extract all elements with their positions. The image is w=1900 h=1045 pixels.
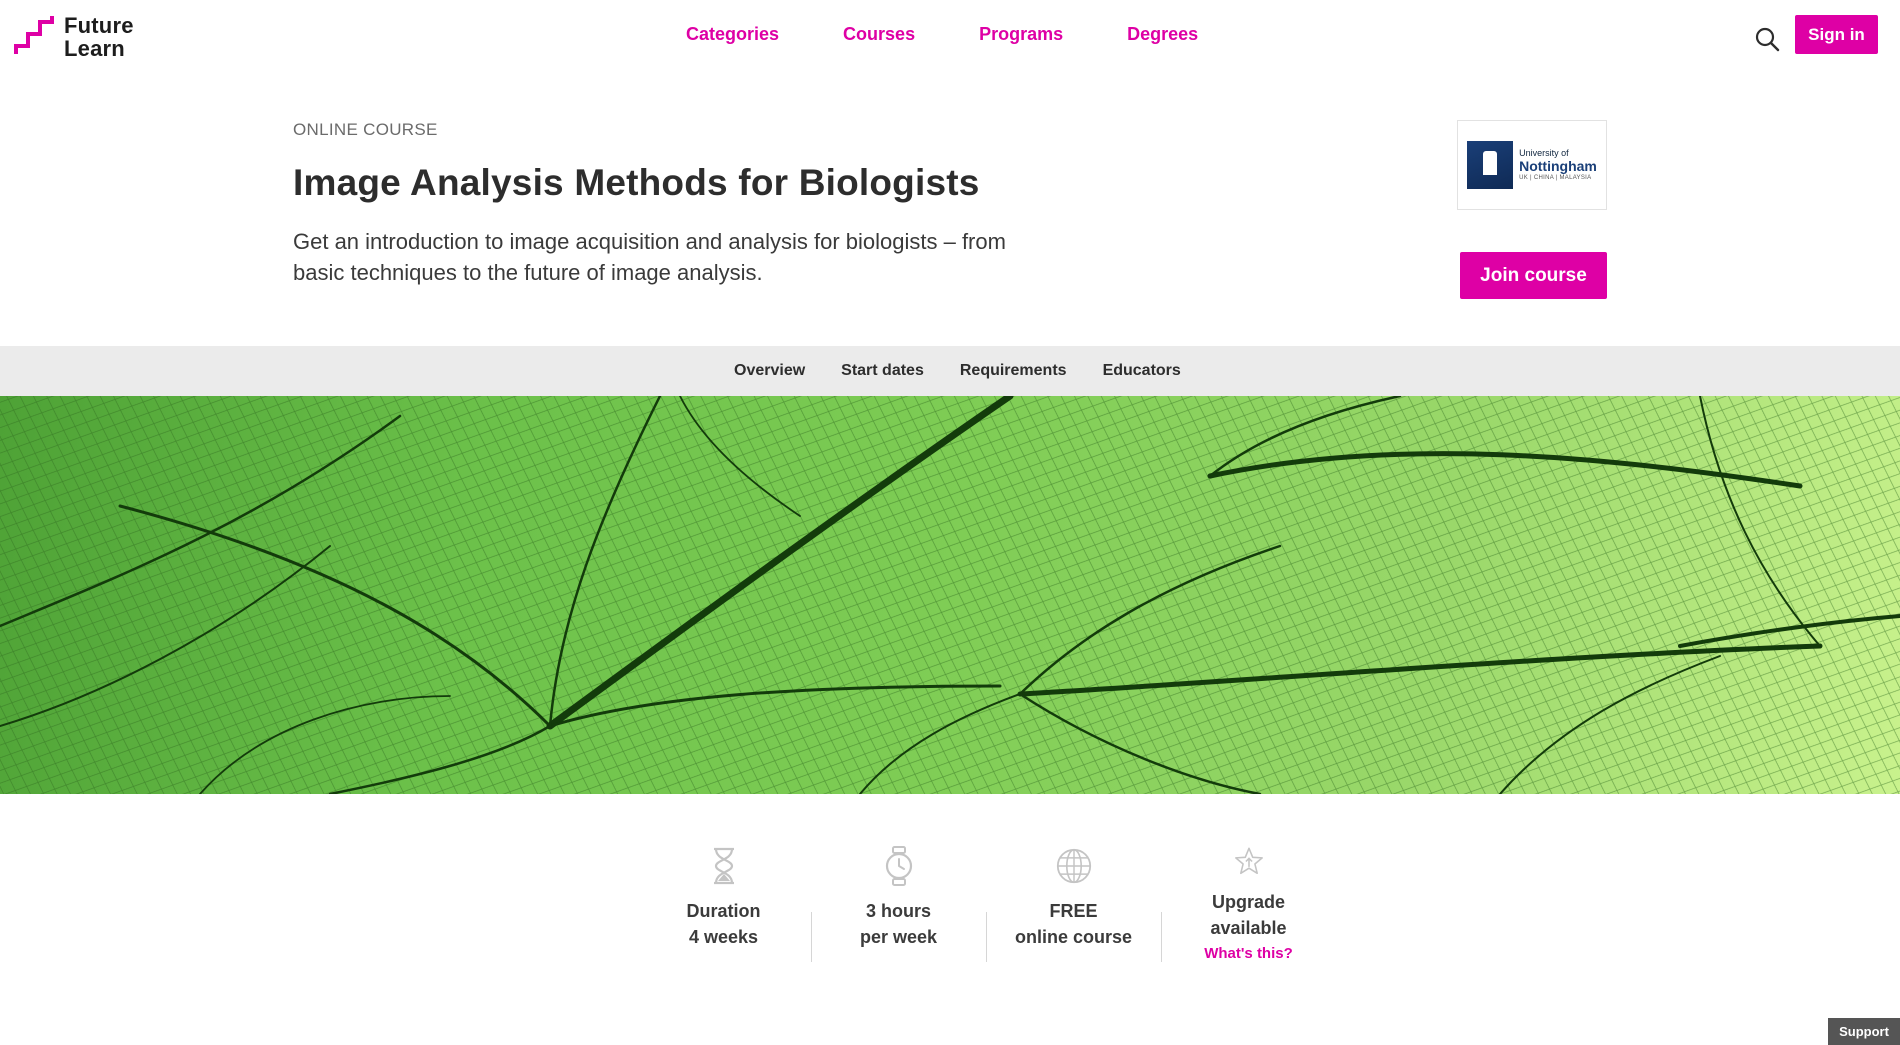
nav-courses[interactable]: Courses	[843, 24, 915, 45]
course-subnav: Overview Start dates Requirements Educat…	[0, 346, 1900, 396]
stat-upgrade-label: Upgrade	[1211, 892, 1285, 912]
university-prefix: University of	[1519, 148, 1569, 158]
stat-duration-value: 4 weeks	[688, 927, 759, 947]
site-header: Future Learn Categories Courses Programs…	[0, 0, 1900, 74]
university-name: Nottingham	[1519, 158, 1597, 174]
course-title: Image Analysis Methods for Biologists	[293, 162, 980, 203]
stopwatch-icon	[885, 846, 912, 886]
course-intro: ONLINE COURSE Image Analysis Methods for…	[293, 120, 1093, 288]
nav-categories[interactable]: Categories	[686, 24, 779, 45]
leaf-veins-illustration	[0, 396, 1900, 794]
course-stats: Duration 4 weeks 3 hours per week FREE o…	[636, 846, 1336, 962]
subnav-overview[interactable]: Overview	[734, 362, 805, 380]
course-type-label: ONLINE COURSE	[293, 120, 438, 139]
stat-duration: Duration 4 weeks	[636, 846, 811, 962]
stat-duration-label: Duration	[686, 901, 761, 921]
hero-image	[0, 396, 1900, 794]
sign-in-button[interactable]: Sign in	[1795, 15, 1878, 54]
nav-programs[interactable]: Programs	[979, 24, 1063, 45]
subnav-start-dates[interactable]: Start dates	[841, 362, 924, 380]
search-icon[interactable]	[1754, 26, 1780, 52]
stat-upgrade-value: available	[1210, 918, 1287, 938]
star-upgrade-icon	[1234, 847, 1263, 875]
course-subtitle: Get an introduction to image acquisition…	[293, 229, 1006, 285]
join-course-button[interactable]: Join course	[1460, 252, 1607, 299]
subnav-educators[interactable]: Educators	[1103, 362, 1181, 380]
university-crest-icon	[1467, 141, 1514, 189]
stat-free: FREE online course	[986, 846, 1161, 962]
globe-icon	[1056, 848, 1091, 884]
stat-upgrade: Upgrade available What's this?	[1161, 846, 1336, 962]
stat-hours: 3 hours per week	[811, 846, 986, 962]
logo-line1: Future	[64, 13, 134, 38]
stat-free-value: FREE	[1049, 901, 1098, 921]
stat-hours-value: 3 hours	[865, 901, 931, 921]
university-campuses: UK | CHINA | MALAYSIA	[1519, 175, 1592, 181]
logo-line2: Learn	[64, 36, 125, 61]
stat-free-label: online course	[1014, 927, 1133, 947]
university-logo[interactable]: University of Nottingham UK | CHINA | MA…	[1457, 120, 1607, 210]
logo-steps-icon	[14, 16, 54, 54]
main-nav: Categories Courses Programs Degrees	[686, 24, 1262, 45]
hourglass-icon	[713, 847, 734, 885]
support-button[interactable]: Support	[1828, 1018, 1900, 1045]
nav-degrees[interactable]: Degrees	[1127, 24, 1198, 45]
subnav-requirements[interactable]: Requirements	[960, 362, 1067, 380]
futurelearn-logo[interactable]: Future Learn	[14, 14, 134, 60]
stat-hours-label: per week	[859, 927, 938, 947]
whats-this-link[interactable]: What's this?	[1204, 945, 1293, 962]
